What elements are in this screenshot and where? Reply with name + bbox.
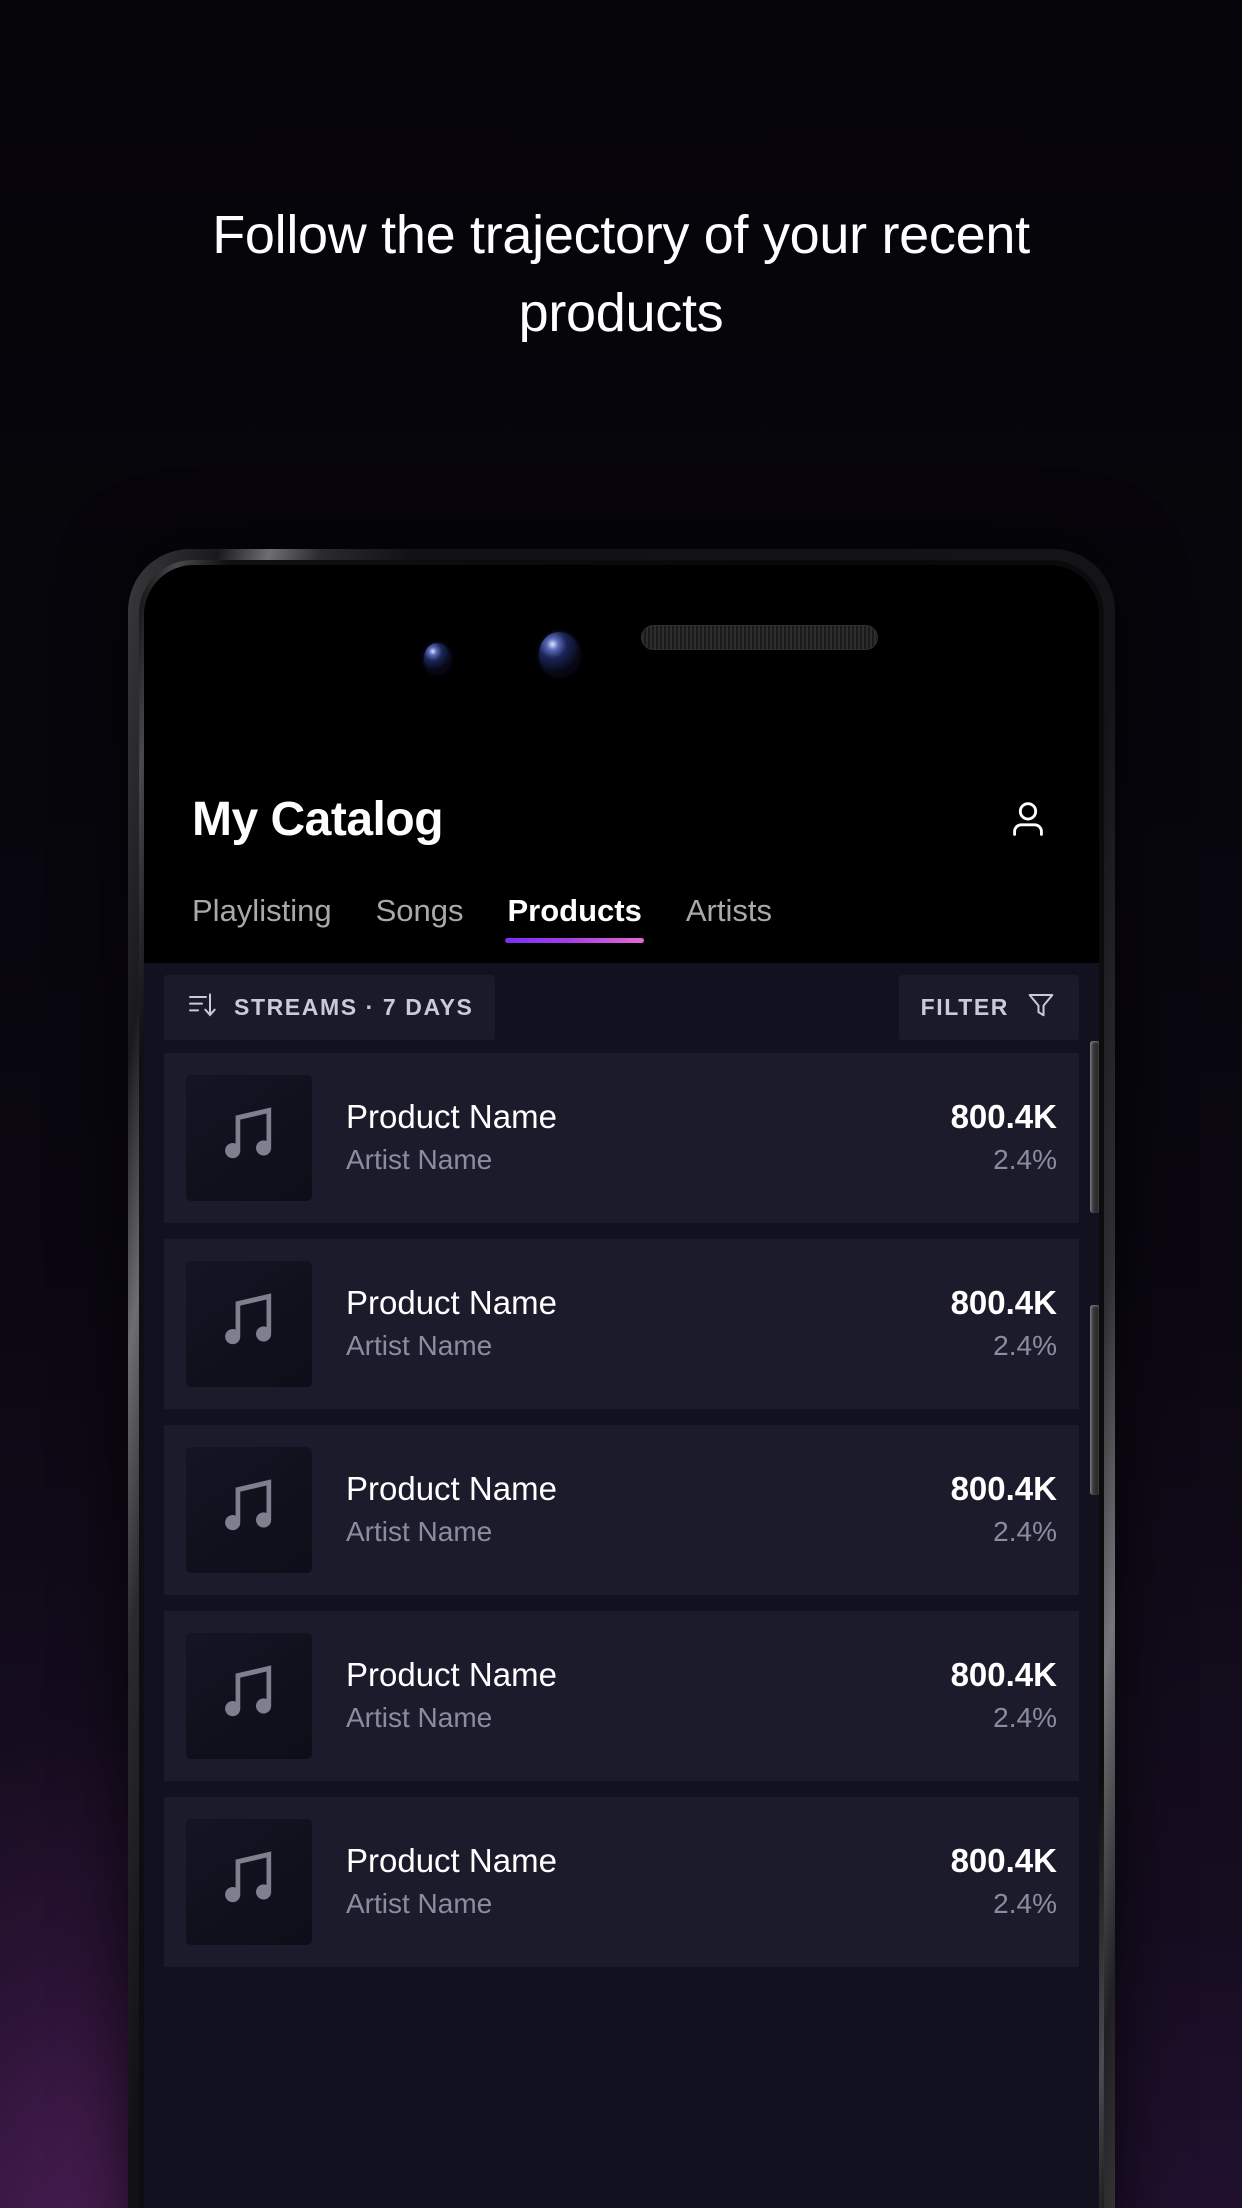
sort-button[interactable]: STREAMS · 7 DAYS: [164, 974, 496, 1040]
stream-delta: 2.4%: [993, 1702, 1057, 1733]
power-button[interactable]: [1090, 1305, 1099, 1495]
row-metrics: 800.4K 2.4%: [931, 1839, 1057, 1925]
earpiece-speaker-icon: [641, 625, 878, 650]
table-row[interactable]: Product Name Artist Name 800.4K 2.4%: [164, 1797, 1079, 1967]
product-name: Product Name: [346, 1284, 557, 1321]
stream-count: 800.4K: [950, 1284, 1057, 1321]
row-metrics: 800.4K 2.4%: [931, 1653, 1057, 1739]
artist-name: Artist Name: [346, 1888, 493, 1919]
catalog-content: STREAMS · 7 DAYS FILTER Product Name Art…: [144, 963, 1099, 2208]
filter-button[interactable]: FILTER: [898, 974, 1079, 1040]
album-art: [186, 1633, 312, 1759]
promo-headline: Follow the trajectory of your recent pro…: [212, 205, 1030, 343]
phone-bezel: My Catalog Playlisting Songs Products Ar…: [139, 560, 1104, 2208]
music-note-icon: [214, 1101, 284, 1176]
stream-delta: 2.4%: [993, 1516, 1057, 1547]
album-art: [186, 1261, 312, 1387]
table-row[interactable]: Product Name Artist Name 800.4K 2.4%: [164, 1611, 1079, 1781]
table-row[interactable]: Product Name Artist Name 800.4K 2.4%: [164, 1239, 1079, 1409]
product-name: Product Name: [346, 1842, 557, 1879]
tab-bar: Playlisting Songs Products Artists: [192, 867, 1051, 943]
product-name: Product Name: [346, 1470, 557, 1507]
sort-label: STREAMS · 7 DAYS: [234, 993, 474, 1020]
app-header: My Catalog Playlisting Songs Products Ar…: [144, 771, 1099, 943]
product-name: Product Name: [346, 1098, 557, 1135]
row-text: Product Name Artist Name: [312, 1653, 931, 1739]
table-row[interactable]: Product Name Artist Name 800.4K 2.4%: [164, 1425, 1079, 1595]
artist-name: Artist Name: [346, 1516, 493, 1547]
row-metrics: 800.4K 2.4%: [931, 1095, 1057, 1181]
tab-artists[interactable]: Artists: [686, 893, 772, 943]
artist-name: Artist Name: [346, 1330, 493, 1361]
person-icon[interactable]: [1005, 796, 1051, 842]
filter-label: FILTER: [920, 993, 1009, 1020]
sort-descending-icon: [186, 989, 218, 1026]
row-text: Product Name Artist Name: [312, 1467, 931, 1553]
stream-count: 800.4K: [950, 1842, 1057, 1879]
list-toolbar: STREAMS · 7 DAYS FILTER: [164, 963, 1079, 1051]
row-text: Product Name Artist Name: [312, 1281, 931, 1367]
camera-lens-icon: [539, 632, 579, 676]
row-text: Product Name Artist Name: [312, 1095, 931, 1181]
tab-playlisting[interactable]: Playlisting: [192, 893, 332, 943]
album-art: [186, 1819, 312, 1945]
stream-delta: 2.4%: [993, 1888, 1057, 1919]
promo-page: Follow the trajectory of your recent pro…: [0, 0, 1242, 2208]
row-metrics: 800.4K 2.4%: [931, 1281, 1057, 1367]
stream-count: 800.4K: [950, 1470, 1057, 1507]
album-art: [186, 1447, 312, 1573]
phone-screen: My Catalog Playlisting Songs Products Ar…: [144, 565, 1099, 2208]
artist-name: Artist Name: [346, 1702, 493, 1733]
volume-button[interactable]: [1090, 1041, 1099, 1213]
tab-products[interactable]: Products: [505, 893, 645, 943]
stream-delta: 2.4%: [993, 1144, 1057, 1175]
stream-count: 800.4K: [950, 1098, 1057, 1135]
phone-mockup: My Catalog Playlisting Songs Products Ar…: [128, 549, 1115, 2208]
product-name: Product Name: [346, 1656, 557, 1693]
title-row: My Catalog: [192, 771, 1051, 867]
stream-count: 800.4K: [950, 1656, 1057, 1693]
music-note-icon: [214, 1473, 284, 1548]
table-row[interactable]: Product Name Artist Name 800.4K 2.4%: [164, 1053, 1079, 1223]
page-title: My Catalog: [192, 792, 444, 846]
row-text: Product Name Artist Name: [312, 1839, 931, 1925]
music-note-icon: [214, 1659, 284, 1734]
music-note-icon: [214, 1287, 284, 1362]
camera-lens-icon: [424, 643, 450, 673]
album-art: [186, 1075, 312, 1201]
artist-name: Artist Name: [346, 1144, 493, 1175]
product-list: Product Name Artist Name 800.4K 2.4% Pro…: [164, 1053, 1079, 1967]
stream-delta: 2.4%: [993, 1330, 1057, 1361]
funnel-icon: [1025, 989, 1057, 1026]
row-metrics: 800.4K 2.4%: [931, 1467, 1057, 1553]
music-note-icon: [214, 1845, 284, 1920]
tab-songs[interactable]: Songs: [376, 893, 464, 943]
device-top-bezel: [144, 565, 1099, 765]
